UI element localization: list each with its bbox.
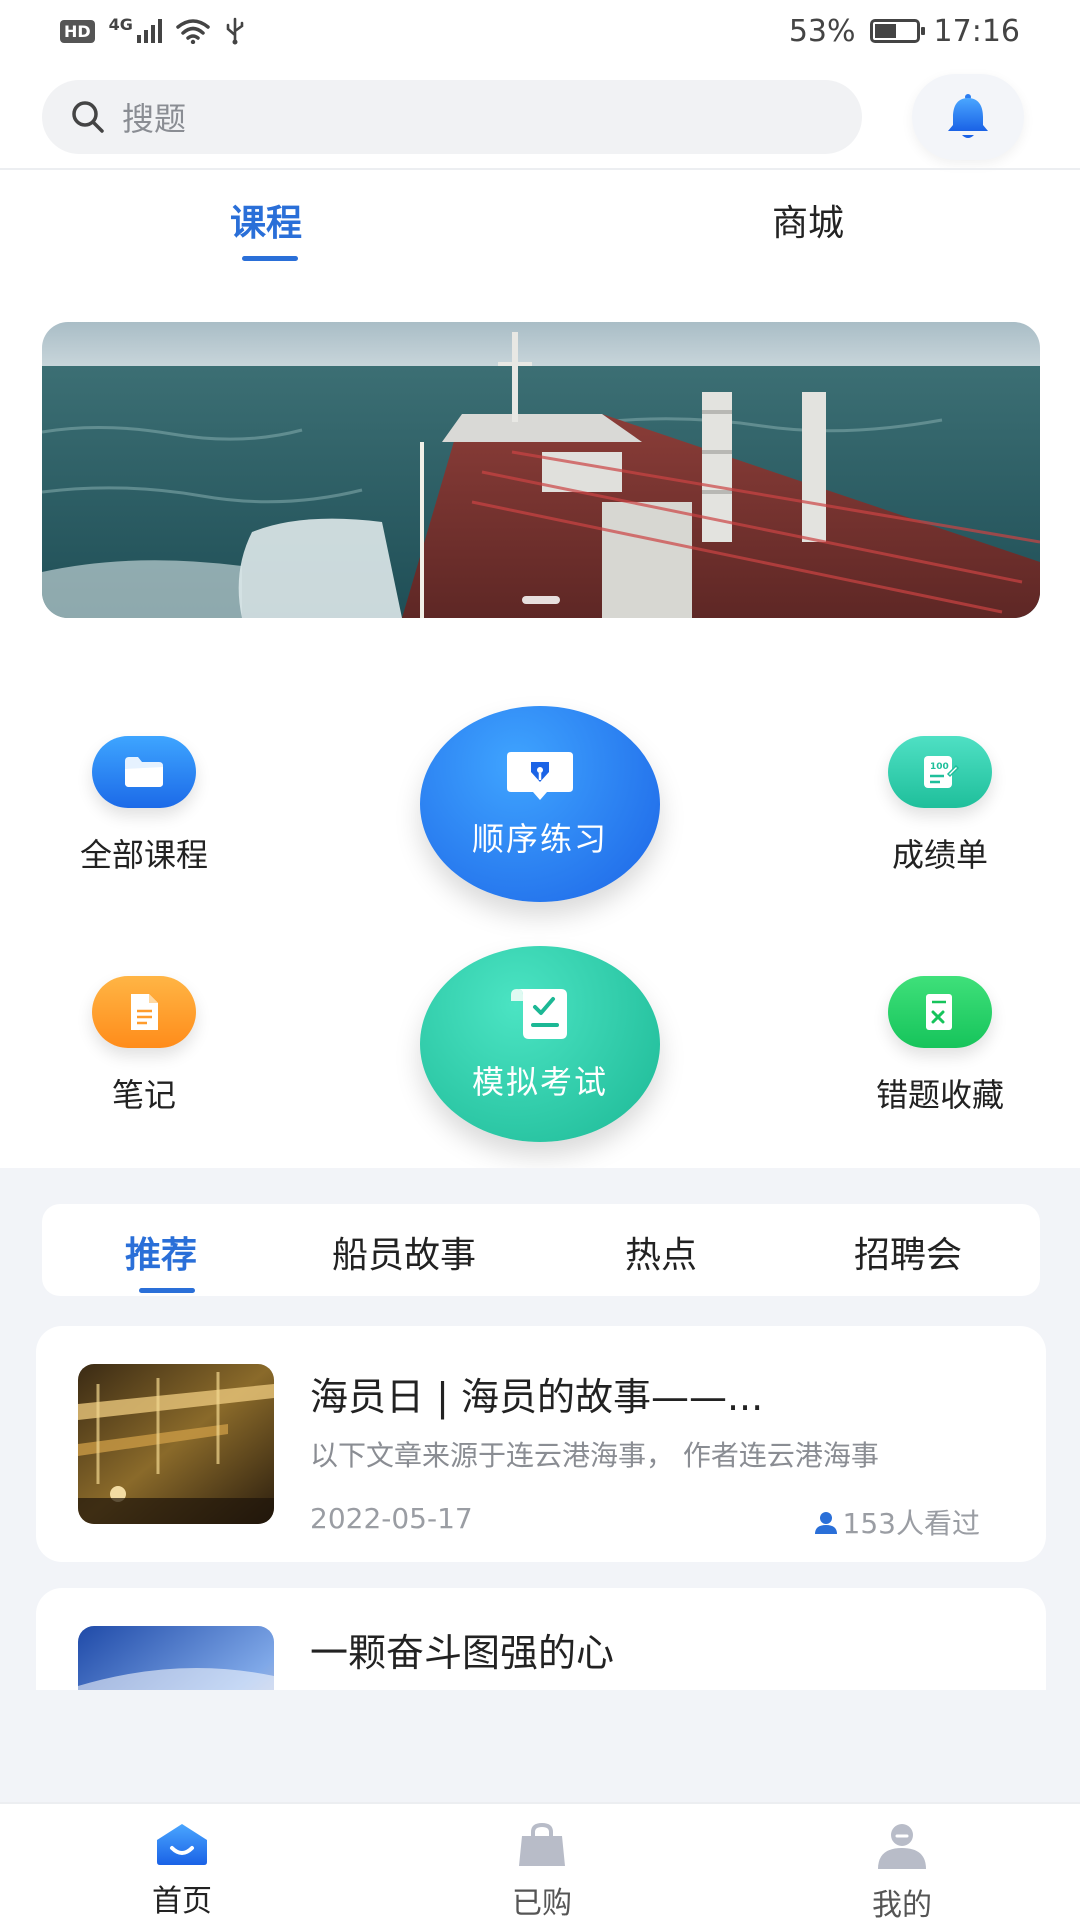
category-tabs: 推荐 船员故事 热点 招聘会: [42, 1204, 1040, 1296]
nav-purchased[interactable]: 已购: [462, 1822, 622, 1920]
nav-mine[interactable]: 我的: [822, 1822, 982, 1920]
status-bar: HD 4G 53% 17:16: [0, 0, 1080, 62]
sequential-practice-button[interactable]: 顺序练习: [420, 706, 660, 902]
all-courses-label: 全部课程: [79, 836, 208, 874]
article-thumbnail: [78, 1364, 274, 1524]
battery-percent: 53%: [788, 13, 856, 49]
wrong-favorites-label: 错题收藏: [875, 1076, 1004, 1114]
score-icon: 100: [888, 736, 992, 808]
tab-indicator: [242, 256, 298, 261]
article-card[interactable]: 海员日 | 海员的故事——... 以下文章来源于连云港海事， 作者连云港海事 2…: [36, 1326, 1046, 1562]
shopping-bag-icon: [519, 1822, 565, 1866]
tab-crew-stories[interactable]: 船员故事: [332, 1226, 476, 1278]
user-icon: [878, 1824, 926, 1869]
search-input[interactable]: 搜题: [42, 80, 862, 154]
svg-text:100: 100: [930, 762, 949, 772]
wifi-icon: [176, 19, 210, 44]
article-title: 海员日 | 海员的故事——...: [310, 1375, 764, 1419]
signal-icon: [136, 19, 162, 43]
top-tabs: 课程 商城: [0, 170, 1080, 270]
carousel-indicator: [522, 596, 560, 604]
score-sheet-button[interactable]: 100 成绩单: [850, 736, 1030, 876]
notification-button[interactable]: [912, 74, 1024, 160]
exam-scroll-icon: [511, 989, 567, 1039]
banner-carousel[interactable]: [42, 322, 1040, 618]
pen-message-icon: [507, 752, 573, 800]
network-type: 4G: [108, 14, 133, 34]
ship-banner-image: [42, 322, 1040, 618]
tab-recommended[interactable]: 推荐: [125, 1226, 197, 1278]
search-icon: [72, 101, 104, 133]
sequential-practice-label: 顺序练习: [471, 820, 608, 858]
wrong-favorites-button[interactable]: 错题收藏: [850, 976, 1030, 1116]
all-courses-button[interactable]: 全部课程: [54, 736, 234, 876]
bell-icon: [948, 94, 988, 138]
article-card[interactable]: 一颗奋斗图强的心: [36, 1588, 1046, 1690]
folder-icon: [92, 736, 196, 808]
home-icon: [157, 1824, 207, 1865]
usb-icon: [226, 17, 244, 45]
article-feed[interactable]: 海员日 | 海员的故事——... 以下文章来源于连云港海事， 作者连云港海事 2…: [0, 1322, 1080, 1690]
notes-label: 笔记: [111, 1076, 176, 1114]
article-summary: 以下文章来源于连云港海事， 作者连云港海事: [310, 1439, 879, 1472]
tab-hot-topics[interactable]: 热点: [625, 1226, 697, 1278]
wrong-question-icon: [888, 976, 992, 1048]
status-right: 53% 17:16: [789, 14, 1020, 49]
tab-courses[interactable]: 课程: [230, 194, 302, 246]
tab-mall[interactable]: 商城: [772, 194, 844, 246]
note-document-icon: [92, 976, 196, 1048]
tab-job-fair[interactable]: 招聘会: [854, 1226, 962, 1278]
search-header: 搜题: [0, 62, 1080, 168]
user-icon: [814, 1512, 837, 1534]
category-tab-indicator: [139, 1288, 195, 1293]
article-view-count: 153人看过: [842, 1507, 980, 1540]
hd-icon: HD: [60, 19, 95, 43]
score-sheet-label: 成绩单: [891, 836, 988, 874]
clock: 17:16: [933, 13, 1020, 49]
battery-fill: [874, 24, 896, 38]
article-thumbnail: [78, 1626, 274, 1690]
notes-button[interactable]: 笔记: [54, 976, 234, 1116]
nav-purchased-label: 已购: [512, 1886, 572, 1920]
nav-mine-label: 我的: [872, 1888, 932, 1920]
article-title: 一颗奋斗图强的心: [310, 1631, 615, 1675]
status-left: HD 4G: [60, 14, 246, 45]
mock-exam-button[interactable]: 模拟考试: [420, 946, 660, 1142]
mock-exam-label: 模拟考试: [471, 1063, 608, 1101]
bottom-navigation: 首页 已购 我的: [0, 1802, 1080, 1920]
article-views: 153人看过: [813, 1502, 980, 1542]
battery-icon: [869, 19, 925, 43]
article-date: 2022-05-17: [310, 1502, 473, 1535]
nav-home-label: 首页: [152, 1884, 212, 1919]
nav-home[interactable]: 首页: [102, 1822, 262, 1920]
search-placeholder: 搜题: [122, 100, 187, 138]
